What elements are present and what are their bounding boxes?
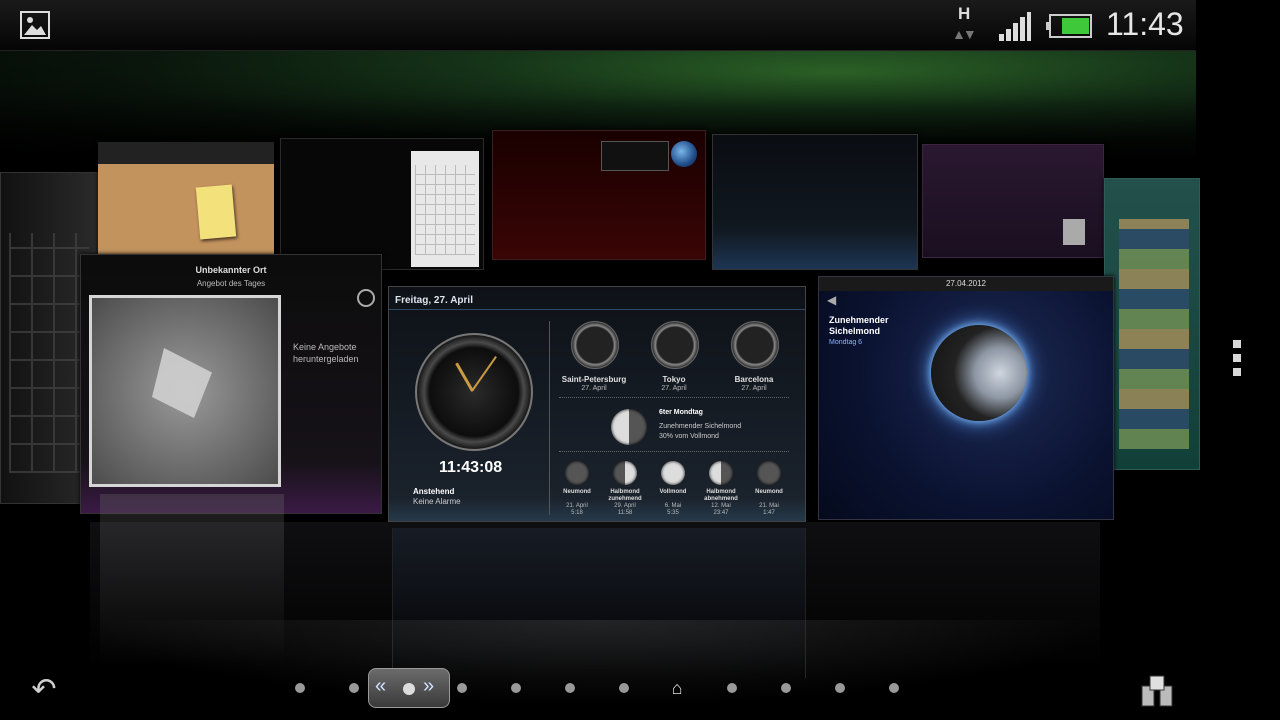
moon-image: [931, 325, 1027, 421]
deal-image: [89, 295, 281, 487]
network-type: H: [958, 4, 971, 23]
upcoming-label: Anstehend: [413, 487, 455, 496]
home-panel-deals[interactable]: Unbekannter Ort Angebot des Tages Keine …: [80, 254, 382, 514]
world-clock-icon: [571, 321, 619, 369]
prev-page-icon[interactable]: «: [375, 675, 386, 698]
page-indicator-dot[interactable]: [511, 683, 521, 693]
page-indicator-dot[interactable]: [727, 683, 737, 693]
moon-panel-day: Mondtag 6: [829, 339, 863, 346]
world-clock-city: Tokyo: [662, 375, 686, 384]
photo-album: [1119, 219, 1189, 449]
status-time: 11:43: [1106, 6, 1184, 42]
analog-clock-icon: [415, 333, 533, 451]
contact-avatar: [1063, 219, 1085, 245]
home-panel-photos[interactable]: [1104, 178, 1200, 470]
moon-day: 6ter Mondtag: [659, 409, 703, 416]
page-indicator-dot[interactable]: [889, 683, 899, 693]
globe-icon: [671, 141, 697, 167]
page-indicator-dot[interactable]: [781, 683, 791, 693]
phase-date: 21. Mai: [759, 503, 779, 509]
deals-subtitle: Angebot des Tages: [196, 279, 266, 288]
home-panel-apps[interactable]: [712, 134, 918, 270]
overflow-menu-icon[interactable]: [1233, 340, 1243, 382]
page-indicator-dot[interactable]: [295, 683, 305, 693]
signal-strength-icon: [998, 12, 1032, 42]
all-apps-icon[interactable]: [1140, 674, 1174, 708]
back-arrow-icon[interactable]: ◀: [827, 293, 836, 307]
moon-panel-title: Zunehmender Sichelmond: [829, 315, 889, 336]
floor-glow: [0, 620, 1196, 720]
home-panel-weather[interactable]: [492, 130, 706, 260]
current-page-dot: [403, 683, 415, 695]
world-clock-date: 27. April: [741, 385, 767, 392]
moon-new-icon: [757, 461, 781, 485]
keyboard-keys: [9, 233, 89, 473]
home-panel-calendar[interactable]: [280, 138, 484, 270]
world-clock-date: 27. April: [661, 385, 687, 392]
status-bar: H ▲▼ 11:43: [0, 0, 1196, 51]
page-navigator[interactable]: « »: [368, 668, 450, 708]
home-panel-people[interactable]: [922, 144, 1104, 258]
home-panel-moon[interactable]: 27.04.2012 ◀ Zunehmender Sichelmond Mond…: [818, 276, 1114, 520]
divider: [559, 451, 789, 453]
calendar-grid: [415, 165, 475, 255]
world-clock-icon: [651, 321, 699, 369]
page-indicator-dot[interactable]: [457, 683, 467, 693]
sticky-note: [195, 184, 237, 240]
moon-phase: Zunehmender Sichelmond: [659, 423, 742, 430]
gallery-notification-icon[interactable]: [20, 11, 50, 39]
calendar-widget: [411, 151, 479, 267]
mini-clock-widget: [601, 141, 669, 171]
price-tag-icon: [152, 348, 212, 418]
world-clock-city: Saint-Petersburg: [561, 375, 627, 384]
divider: [549, 321, 550, 515]
moon-full-icon: [661, 461, 685, 485]
page-indicator-dot[interactable]: [619, 683, 629, 693]
world-clock-date: 27. April: [581, 385, 607, 392]
moon-phase-icon: [611, 409, 647, 445]
divider: [559, 397, 789, 399]
refresh-icon[interactable]: [357, 289, 375, 307]
deals-location: Unbekannter Ort: [195, 265, 267, 275]
page-indicator-dot[interactable]: [565, 683, 575, 693]
divider: [389, 309, 805, 310]
moon-panel-date: 27.04.2012: [819, 277, 1113, 291]
phase-time: 1:47: [763, 510, 775, 516]
moon-percent: 30% vom Vollmond: [659, 433, 719, 440]
next-page-icon[interactable]: »: [423, 675, 434, 698]
panel-toolbar: [98, 142, 274, 164]
alarm-status[interactable]: Keine Alarme: [413, 497, 461, 506]
page-indicator-dot[interactable]: [349, 683, 359, 693]
back-button[interactable]: ↶: [26, 672, 62, 708]
clock-date: Freitag, 27. April: [395, 295, 473, 306]
page-indicator-dot[interactable]: [835, 683, 845, 693]
home-page-icon[interactable]: ⌂: [666, 678, 688, 698]
data-activity-icon: ▲▼: [952, 26, 977, 42]
digital-time: 11:43:08: [439, 459, 503, 476]
world-clock-icon: [731, 321, 779, 369]
battery-icon: [1046, 14, 1092, 38]
phase-name: Neumond: [755, 489, 783, 495]
deals-message: Keine Angebote heruntergeladen: [293, 342, 359, 364]
moon-last-quarter-icon: [709, 461, 733, 485]
world-clock-city: Barcelona: [734, 375, 774, 384]
moon-first-quarter-icon: [613, 461, 637, 485]
home-panel-clock[interactable]: Freitag, 27. April 11:43:08 Anstehend Ke…: [388, 286, 806, 522]
moon-new-icon: [565, 461, 589, 485]
